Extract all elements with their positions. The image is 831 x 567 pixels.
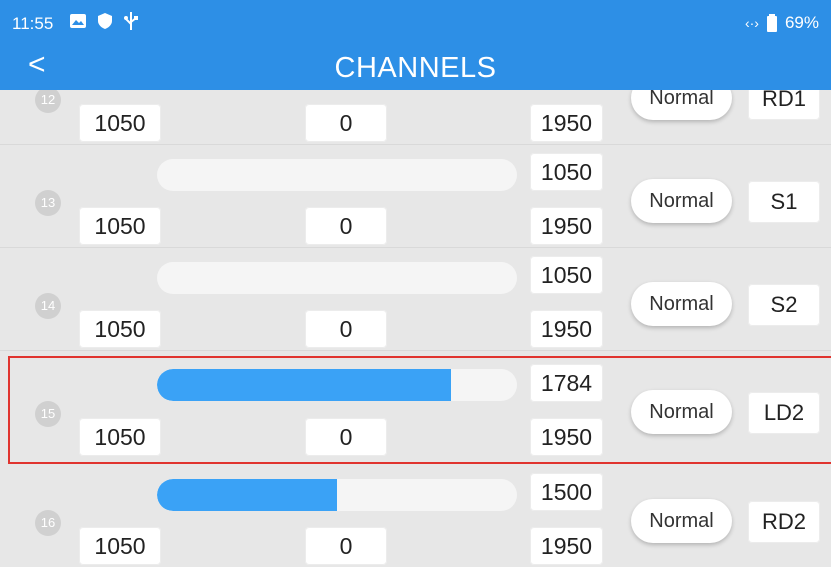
min-value[interactable]: 1050 — [79, 104, 161, 142]
max-value[interactable]: 1950 — [530, 104, 603, 142]
center-value[interactable]: 0 — [305, 527, 387, 565]
current-value: 1784 — [530, 364, 603, 402]
battery-icon — [766, 14, 777, 32]
mode-button[interactable]: Normal — [631, 179, 732, 223]
max-value[interactable]: 1950 — [530, 207, 603, 245]
mode-button[interactable]: Normal — [631, 90, 732, 120]
channel-number: 12 — [35, 90, 61, 113]
current-value: 1050 — [530, 153, 603, 191]
min-value[interactable]: 1050 — [79, 527, 161, 565]
channel-number: 13 — [35, 190, 61, 216]
mode-button[interactable]: Normal — [631, 282, 732, 326]
center-value[interactable]: 0 — [305, 207, 387, 245]
channel-bar — [157, 479, 517, 511]
bar-fill — [157, 369, 451, 401]
channel-row-12: 12 1050 0 1950 Normal RD1 — [0, 90, 831, 145]
min-value[interactable]: 1050 — [79, 418, 161, 456]
max-value[interactable]: 1950 — [530, 418, 603, 456]
channel-row-13: 13 1050 1050 0 1950 Normal S1 — [0, 145, 831, 248]
status-bar: 11:55 ‹·› 69% — [0, 0, 831, 42]
channel-row-14: 14 1050 1050 0 1950 Normal S2 — [0, 248, 831, 351]
mode-button[interactable]: Normal — [631, 499, 732, 543]
bar-fill — [157, 479, 337, 511]
channel-bar — [157, 369, 517, 401]
min-value[interactable]: 1050 — [79, 310, 161, 348]
page-title: CHANNELS — [334, 52, 497, 84]
usb-icon — [124, 12, 138, 30]
channel-row-15-selected[interactable]: 15 1784 1050 0 1950 Normal LD2 — [8, 356, 831, 464]
title-bar: < CHANNELS — [0, 42, 831, 90]
channel-bar — [157, 262, 517, 294]
current-value: 1050 — [530, 256, 603, 294]
channel-number: 14 — [35, 293, 61, 319]
channel-label[interactable]: LD2 — [748, 392, 820, 434]
channel-label[interactable]: RD1 — [748, 90, 820, 120]
current-value: 1500 — [530, 473, 603, 511]
channel-label[interactable]: RD2 — [748, 501, 820, 543]
channel-bar — [157, 159, 517, 191]
channel-number: 16 — [35, 510, 61, 536]
shield-icon — [98, 13, 112, 29]
max-value[interactable]: 1950 — [530, 527, 603, 565]
max-value[interactable]: 1950 — [530, 310, 603, 348]
channel-number: 15 — [35, 401, 61, 427]
center-value[interactable]: 0 — [305, 418, 387, 456]
center-value[interactable]: 0 — [305, 104, 387, 142]
mode-button[interactable]: Normal — [631, 390, 732, 434]
min-value[interactable]: 1050 — [79, 207, 161, 245]
gallery-icon — [70, 14, 86, 28]
status-time: 11:55 — [12, 14, 54, 33]
link-icon: ‹·› — [744, 15, 759, 31]
center-value[interactable]: 0 — [305, 310, 387, 348]
channel-label[interactable]: S2 — [748, 284, 820, 326]
status-icons — [70, 12, 138, 30]
status-right: ‹·› 69% — [745, 13, 819, 33]
channel-label[interactable]: S1 — [748, 181, 820, 223]
battery-percent: 69% — [784, 13, 819, 32]
channels-list[interactable]: 12 1050 0 1950 Normal RD1 13 1050 1050 0… — [0, 90, 831, 567]
channel-row-16: 16 1500 1050 0 1950 Normal RD2 — [0, 465, 831, 567]
